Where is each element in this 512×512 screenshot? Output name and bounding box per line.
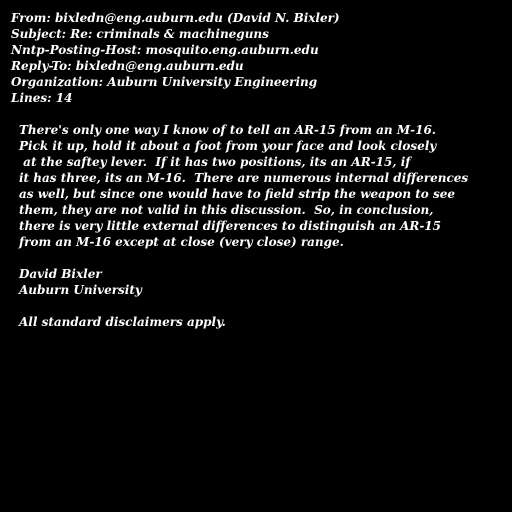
header-from: From: bixledn@eng.auburn.edu (David N. B… bbox=[11, 11, 340, 25]
signature-affiliation: Auburn University bbox=[19, 283, 142, 297]
usenet-post: From: bixledn@eng.auburn.edu (David N. B… bbox=[0, 0, 512, 512]
body-line: There's only one way I know of to tell a… bbox=[19, 123, 436, 137]
body-line: from an M-16 except at close (very close… bbox=[19, 235, 344, 249]
header-reply-to: Reply-To: bixledn@eng.auburn.edu bbox=[11, 59, 244, 73]
body-line: it has three, its an M-16. There are num… bbox=[19, 171, 469, 185]
body-line: Pick it up, hold it about a foot from yo… bbox=[19, 139, 437, 153]
header-nntp-host: Nntp-Posting-Host: mosquito.eng.auburn.e… bbox=[11, 43, 319, 57]
header-subject: Subject: Re: criminals & machineguns bbox=[11, 27, 269, 41]
body-line: there is very little external difference… bbox=[19, 219, 442, 233]
signature-name: David Bixler bbox=[19, 267, 102, 281]
signature-disclaimer: All standard disclaimers apply. bbox=[19, 315, 226, 329]
header-lines: Lines: 14 bbox=[11, 91, 73, 105]
header-organization: Organization: Auburn University Engineer… bbox=[11, 75, 318, 89]
body-line: them, they are not valid in this discuss… bbox=[19, 203, 434, 217]
body-line: as well, but since one would have to fie… bbox=[19, 187, 455, 201]
body-line: at the saftey lever. If it has two posit… bbox=[19, 155, 411, 169]
